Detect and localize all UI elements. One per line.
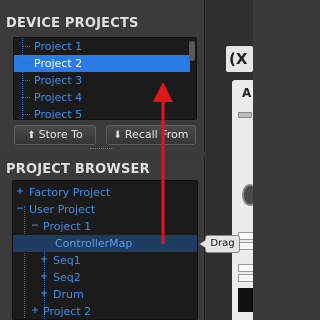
drag-arrow-head [153,82,173,102]
drag-arrow [153,82,173,244]
drag-tooltip: Drag [199,235,240,253]
